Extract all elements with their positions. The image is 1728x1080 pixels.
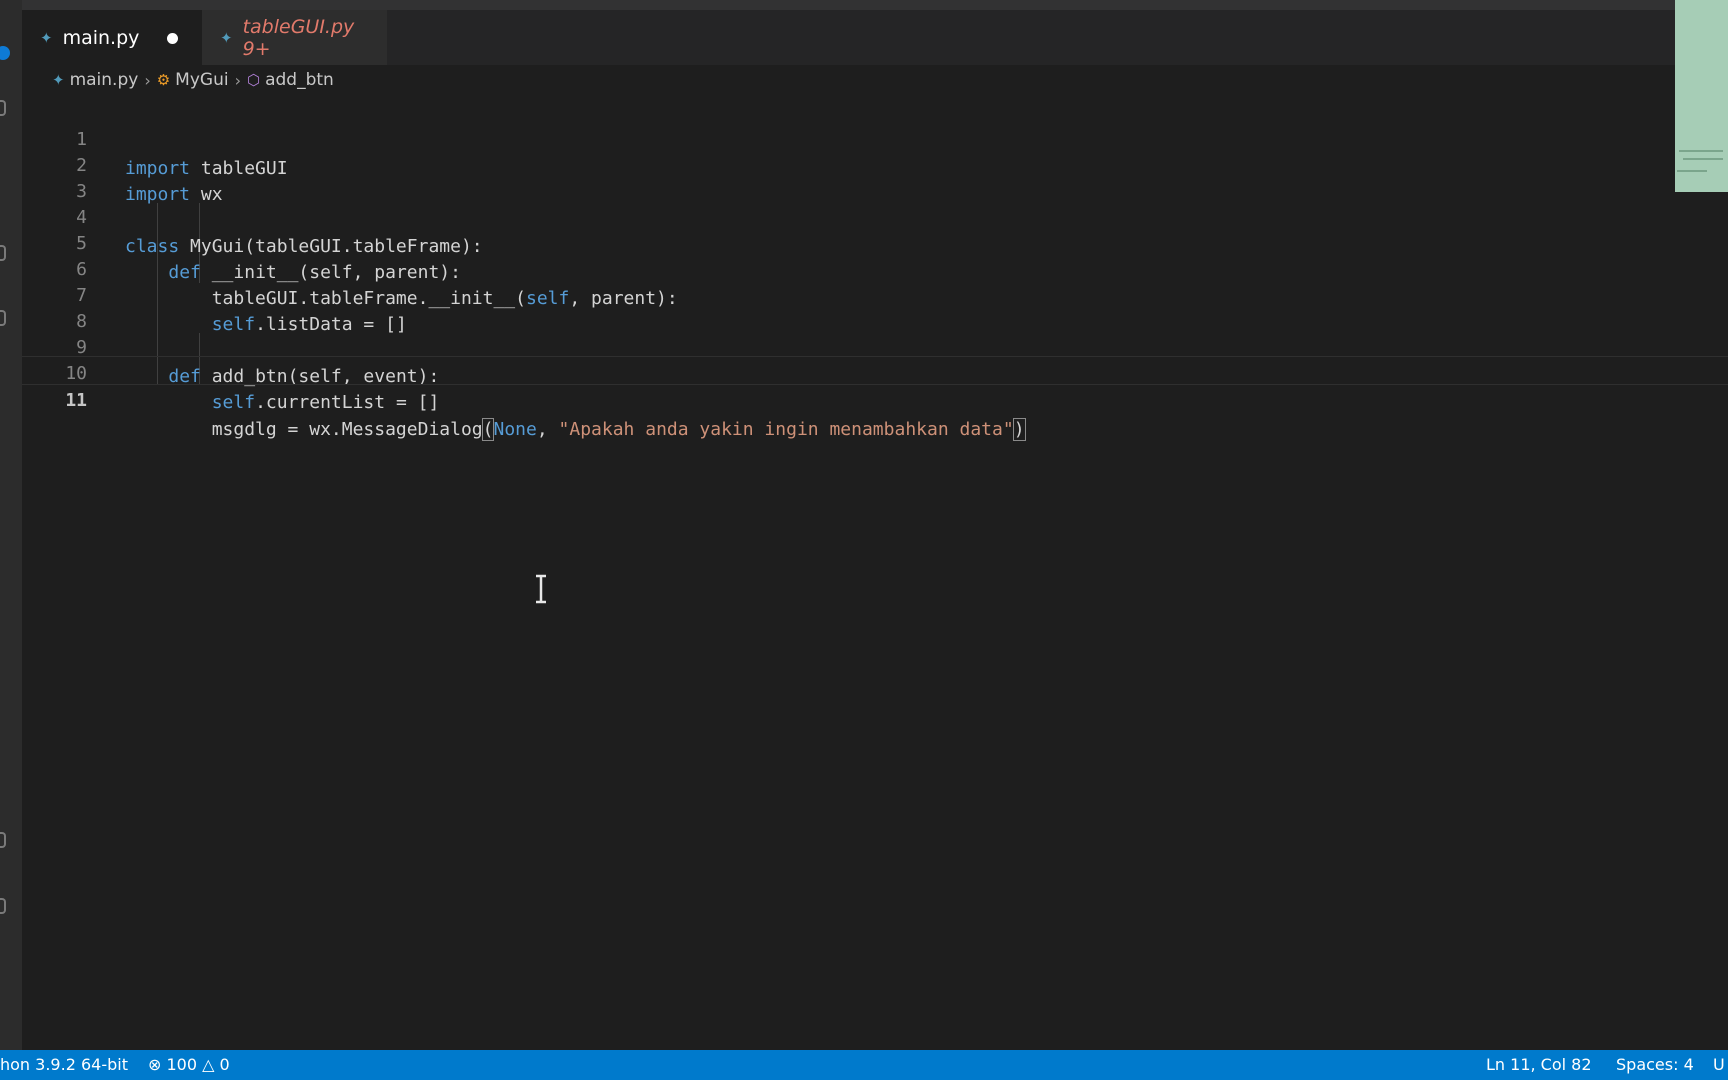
error-count: 100 <box>166 1055 198 1074</box>
tab-label: tableGUI.py 9+ <box>242 15 355 60</box>
chevron-right-icon: › <box>234 70 241 90</box>
code-line: 1 import tableGUI <box>22 96 1728 179</box>
breadcrumb-method[interactable]: add_btn <box>265 70 334 90</box>
warning-icon: △ <box>202 1055 215 1074</box>
code-line: 3 <box>22 148 1728 202</box>
encoding-status[interactable]: U <box>1713 1050 1725 1080</box>
breadcrumb: ✦ main.py › ⚙ MyGui › ⬡ add_btn <box>52 65 334 95</box>
code-line: 2 import wx <box>22 122 1728 205</box>
breadcrumb-class[interactable]: MyGui <box>175 70 228 90</box>
explorer-icon[interactable] <box>0 100 6 116</box>
line-number: 11 <box>65 390 87 411</box>
source-control-icon[interactable] <box>0 245 6 261</box>
warning-count: 0 <box>219 1055 230 1074</box>
accounts-badge-icon[interactable] <box>0 46 10 60</box>
breadcrumb-file[interactable]: main.py <box>70 70 139 90</box>
code-line: 10 self.currentList = [] <box>22 330 1728 413</box>
problems-status[interactable]: ⊗ 100 △ 0 <box>148 1050 230 1080</box>
tab-main-py[interactable]: ✦ main.py <box>22 10 202 65</box>
method-icon: ⬡ <box>246 71 261 89</box>
code-line: 6 tableGUI.tableFrame.__init__(self, par… <box>22 226 1728 309</box>
code-line: 8 <box>22 278 1728 332</box>
text-cursor-icon <box>536 574 546 604</box>
title-bar-edge <box>0 0 1728 10</box>
code-line: 5 def __init__(self, parent): <box>22 200 1728 283</box>
code-line: 4 class MyGui(tableGUI.tableFrame): <box>22 174 1728 257</box>
code-line: 7 self.listData = [] <box>22 252 1728 335</box>
settings-gear-icon[interactable] <box>0 898 6 914</box>
cursor-position-status[interactable]: Ln 11, Col 82 <box>1486 1050 1592 1080</box>
tab-tablegui-py[interactable]: ✦ tableGUI.py 9+ <box>202 10 387 65</box>
python-file-icon: ✦ <box>52 71 65 89</box>
python-interpreter-status[interactable]: hon 3.9.2 64-bit <box>0 1050 128 1080</box>
code-line: 9 def add_btn(self, event): <box>22 304 1728 387</box>
tab-label: main.py <box>62 26 140 49</box>
python-file-icon: ✦ <box>40 28 53 47</box>
code-editor[interactable]: 1 import tableGUI 2 import wx 3 4 class … <box>22 96 1728 1050</box>
vscode-window: ✦ main.py ✦ tableGUI.py 9+ ✦ main.py › ⚙… <box>0 0 1728 1080</box>
code-line-current: 11 msgdlg = wx.MessageDialog(None, "Apak… <box>22 356 1728 441</box>
unsaved-dot-icon[interactable] <box>167 33 178 44</box>
activity-bar <box>0 0 22 1050</box>
account-icon[interactable] <box>0 832 6 848</box>
status-bar: hon 3.9.2 64-bit ⊗ 100 △ 0 Ln 11, Col 82… <box>0 1050 1728 1080</box>
chevron-right-icon: › <box>144 70 151 90</box>
class-icon: ⚙ <box>156 71 171 89</box>
error-icon: ⊗ <box>148 1055 162 1074</box>
indentation-status[interactable]: Spaces: 4 <box>1616 1050 1694 1080</box>
python-file-icon: ✦ <box>220 28 233 47</box>
editor-tab-bar: ✦ main.py ✦ tableGUI.py 9+ <box>22 10 1675 65</box>
extensions-icon[interactable] <box>0 310 6 326</box>
